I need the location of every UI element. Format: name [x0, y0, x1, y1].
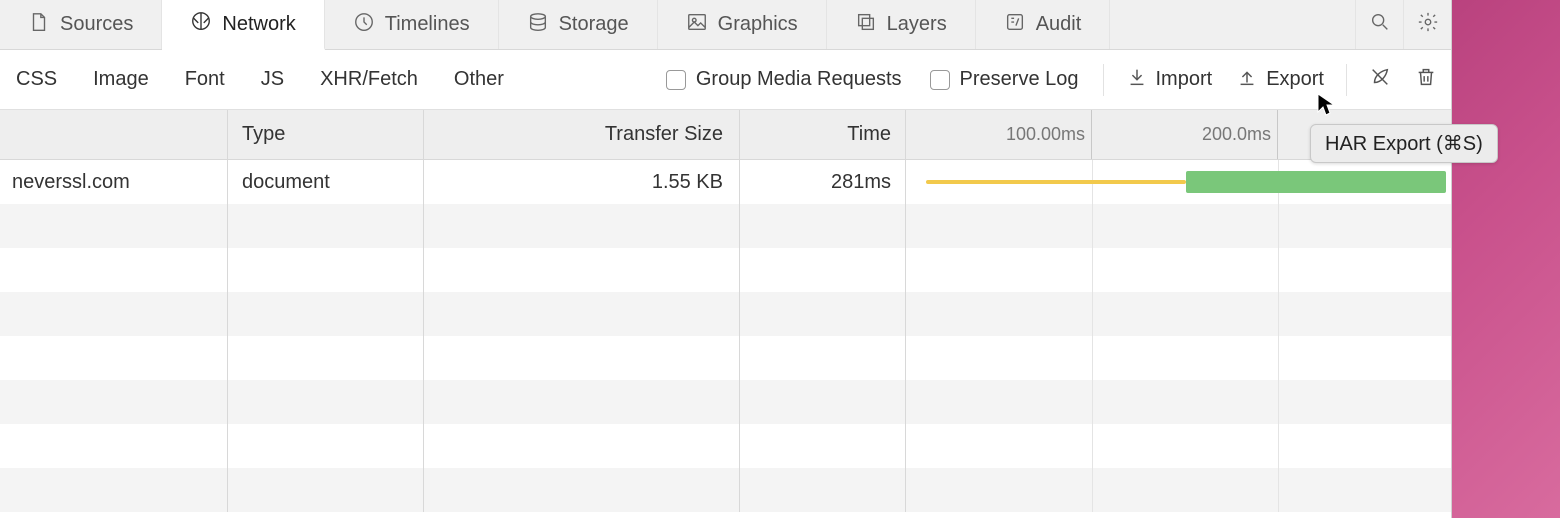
document-icon: [28, 11, 50, 39]
toolbar-divider: [1103, 64, 1104, 96]
upload-icon: [1236, 66, 1258, 94]
settings-button[interactable]: [1403, 0, 1451, 49]
tab-graphics[interactable]: Graphics: [658, 0, 827, 49]
filter-js[interactable]: JS: [245, 68, 300, 91]
search-button[interactable]: [1355, 0, 1403, 49]
cell-transfer-size: 1.55 KB: [424, 160, 740, 204]
table-row: [0, 204, 1451, 248]
import-button[interactable]: Import: [1116, 66, 1223, 94]
devtools-window: Sources Network Timelines Storage Graphi…: [0, 0, 1452, 518]
filter-image[interactable]: Image: [77, 68, 165, 91]
export-button[interactable]: Export: [1226, 66, 1334, 94]
audit-icon: [1004, 11, 1026, 39]
clock-icon: [353, 11, 375, 39]
tab-label: Sources: [60, 13, 133, 36]
filter-xhr[interactable]: XHR/Fetch: [304, 68, 434, 91]
cell-type: document: [228, 160, 424, 204]
preserve-log-checkbox[interactable]: Preserve Log: [918, 68, 1091, 91]
waterfall-tick-label: 100.00ms: [1006, 124, 1085, 145]
checkbox-box: [930, 70, 950, 90]
column-header-type[interactable]: Type: [228, 110, 424, 159]
tab-label: Storage: [559, 13, 629, 36]
button-label: Import: [1156, 68, 1213, 91]
gear-icon: [1417, 11, 1439, 39]
network-table-header: Type Transfer Size Time 100.00ms 200.0ms: [0, 110, 1451, 160]
leaf-slash-icon: [1369, 66, 1391, 94]
waterfall-waiting-bar: [926, 180, 1186, 184]
network-table-body: neverssl.com document 1.55 KB 281ms: [0, 160, 1451, 512]
cell-waterfall: [906, 160, 1451, 204]
filter-css[interactable]: CSS: [0, 68, 73, 91]
table-row: [0, 248, 1451, 292]
group-media-checkbox[interactable]: Group Media Requests: [654, 68, 914, 91]
clear-button[interactable]: [1405, 66, 1447, 94]
waterfall-response-bar: [1186, 171, 1446, 193]
image-icon: [686, 11, 708, 39]
devtools-tabbar: Sources Network Timelines Storage Graphi…: [0, 0, 1451, 50]
export-tooltip: HAR Export (⌘S): [1310, 124, 1498, 163]
tooltip-text: HAR Export (⌘S): [1325, 133, 1483, 155]
tab-sources[interactable]: Sources: [0, 0, 162, 49]
desktop-background: [1452, 0, 1560, 518]
tab-label: Timelines: [385, 13, 470, 36]
filter-other[interactable]: Other: [438, 68, 520, 91]
column-header-transfer-size[interactable]: Transfer Size: [424, 110, 740, 159]
column-header-time[interactable]: Time: [740, 110, 906, 159]
column-header-name[interactable]: [0, 110, 228, 159]
table-row: [0, 424, 1451, 468]
table-row: [0, 336, 1451, 380]
table-row[interactable]: neverssl.com document 1.55 KB 281ms: [0, 160, 1451, 204]
tab-label: Network: [222, 13, 295, 36]
toolbar-divider: [1346, 64, 1347, 96]
mouse-cursor-icon: [1316, 92, 1336, 124]
table-row: [0, 468, 1451, 512]
table-row: [0, 292, 1451, 336]
tab-timelines[interactable]: Timelines: [325, 0, 499, 49]
tab-network[interactable]: Network: [162, 0, 324, 50]
database-icon: [527, 11, 549, 39]
clear-filters-button[interactable]: [1359, 66, 1401, 94]
cell-time: 281ms: [740, 160, 906, 204]
tab-label: Layers: [887, 13, 947, 36]
trash-icon: [1415, 66, 1437, 94]
tabbar-spacer: [1110, 0, 1355, 49]
tab-storage[interactable]: Storage: [499, 0, 658, 49]
search-icon: [1369, 11, 1391, 39]
network-icon: [190, 10, 212, 38]
download-icon: [1126, 66, 1148, 94]
tab-label: Graphics: [718, 13, 798, 36]
cell-name: neverssl.com: [0, 160, 228, 204]
tab-label: Audit: [1036, 13, 1082, 36]
waterfall-tick-label: 200.0ms: [1202, 124, 1271, 145]
checkbox-label: Preserve Log: [960, 68, 1079, 91]
layers-icon: [855, 11, 877, 39]
filter-font[interactable]: Font: [169, 68, 241, 91]
tab-layers[interactable]: Layers: [827, 0, 976, 49]
checkbox-label: Group Media Requests: [696, 68, 902, 91]
network-toolbar: CSS Image Font JS XHR/Fetch Other Group …: [0, 50, 1451, 110]
table-row: [0, 380, 1451, 424]
tab-audit[interactable]: Audit: [976, 0, 1111, 49]
checkbox-box: [666, 70, 686, 90]
button-label: Export: [1266, 68, 1324, 91]
